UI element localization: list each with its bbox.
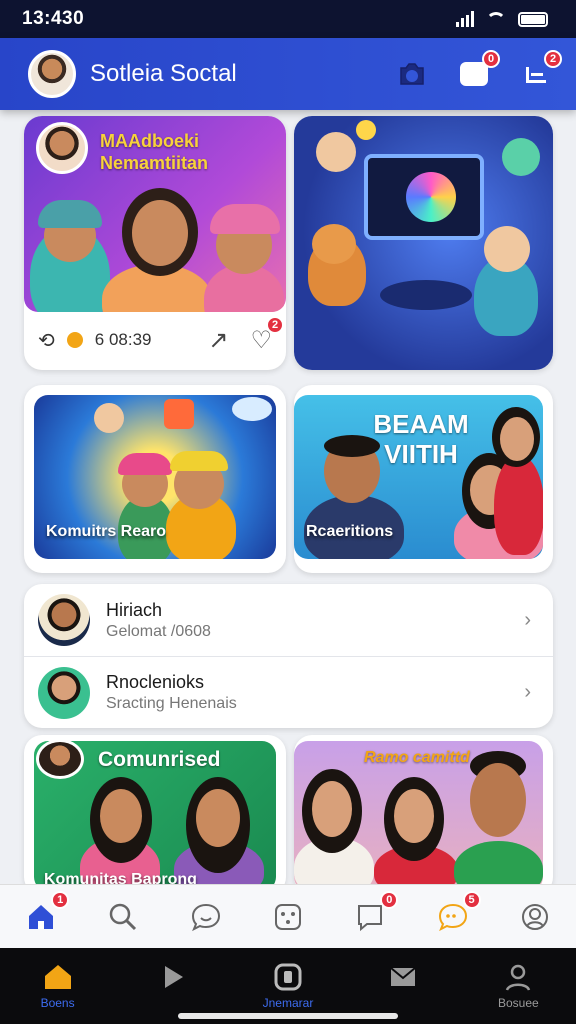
nav-home[interactable]: Boens [18,962,98,1010]
feed-card[interactable]: Ramo camittd [294,735,553,895]
card-artwork: MAAdboeki Nemamtiitan [24,116,286,312]
card-title: Ramo camittd [364,749,470,766]
chevron-right-icon: › [524,681,531,703]
nav-label: Boens [40,996,75,1010]
wifi-icon [486,12,506,26]
comment-icon [438,903,467,931]
search-icon [110,903,137,930]
card-label: Rcaeritions [306,523,394,540]
card-stat: 6 08:39 [94,330,152,349]
contact-name: Rnoclenioks [106,672,205,692]
games-button[interactable] [268,897,308,937]
comments-button[interactable]: 5 [433,890,481,937]
contact-subtitle: Gelomat /0608 [106,622,211,640]
card-title: MAAdboeki Nemamtiitan [100,131,209,173]
nav-label [133,996,213,1010]
feed-card[interactable]: Comunrised Komunitas Baprong [24,735,286,895]
status-time: 13:430 [22,8,85,29]
card-artwork [294,116,553,370]
messages-button[interactable]: 0 [350,890,399,937]
menu-icon [526,67,546,83]
nav-label: Jnemarar [262,996,314,1010]
nav-label: Bosuee [497,996,539,1010]
home-shortcut[interactable]: 1 [21,890,70,937]
card-artwork: Comunrised Komunitas Baprong [34,741,276,891]
status-bar: 13:430 [0,0,576,38]
notifications-button[interactable]: 0 [454,50,500,94]
camera-icon [400,63,424,85]
home-indicator [178,1013,398,1019]
nav-inbox[interactable] [363,962,443,1010]
card-artwork: Ramo camittd [294,741,543,891]
profile-avatar[interactable] [28,50,76,98]
app-title: Sotleia Soctal [90,60,237,87]
comment-badge: 5 [462,890,481,909]
contact-avatar [38,594,90,646]
message-icon [358,904,383,931]
search-button[interactable] [103,897,143,937]
contact-subtitle: Sracting Henenais [106,695,237,712]
nav-video[interactable] [133,962,213,1010]
menu-button[interactable]: 2 [516,50,562,94]
nav-label [363,996,443,1010]
feed-card[interactable]: MAAdboeki Nemamtiitan ⟲ 6 08:39 ↗ ♡ 2 [24,116,286,370]
home-badge: 1 [51,890,70,909]
share-icon[interactable]: ↗ [208,326,228,355]
signal-icon [456,11,474,27]
menu-badge: 2 [544,50,562,68]
mail-icon [390,967,416,986]
card-label: Komuitrs Rearo [46,523,167,540]
camera-button[interactable] [392,54,432,94]
list-item[interactable]: Rnoclenioks Sracting Henenais › [24,656,553,728]
app-header: Sotleia Soctal 0 2 [0,38,576,110]
card-title: BEAAM VIITIH [373,409,469,469]
smile-chat-icon [191,903,220,931]
action-bar: 1 0 5 [0,884,576,948]
status-icons [456,11,548,27]
chat-button[interactable] [186,897,226,937]
like-badge: 2 [266,315,284,334]
nav-community[interactable]: Jnemarar [248,962,328,1010]
creator-avatar [36,741,84,779]
card-title: Comunrised [98,748,221,771]
play-icon [164,966,183,988]
card-meta: ⟲ 6 08:39 ↗ ♡ 2 [38,315,284,356]
chat-badge: 0 [380,890,399,909]
feed-card[interactable] [294,116,553,370]
user-icon [506,964,531,991]
feed-card[interactable]: Komuitrs Rearo [24,385,286,573]
contact-name: Hiriach [106,599,163,620]
list-item[interactable]: Hiriach Gelomat /0608 › [24,584,553,656]
profile-icon [521,903,548,930]
nav-profile[interactable]: Bosuee [478,962,558,1010]
creator-avatar [36,122,88,174]
like-button[interactable]: ♡ 2 [250,315,284,355]
repost-icon[interactable]: ⟲ [38,328,55,353]
chevron-right-icon: › [524,608,531,631]
monitor-illustration [364,154,484,240]
card-artwork: Komuitrs Rearo [34,395,276,559]
dice-icon [274,903,301,930]
home-icon [44,965,71,989]
contact-avatar [38,666,90,719]
community-icon [274,963,302,991]
contact-list: Hiriach Gelomat /0608 › Rnoclenioks Srac… [24,584,553,728]
battery-icon [518,11,548,27]
coin-icon [66,332,83,348]
notification-badge: 0 [482,50,500,68]
feed-card[interactable]: BEAAM VIITIH Rcaeritions [294,385,553,573]
profile-button[interactable] [515,897,555,937]
card-artwork: BEAAM VIITIH Rcaeritions [294,395,543,559]
